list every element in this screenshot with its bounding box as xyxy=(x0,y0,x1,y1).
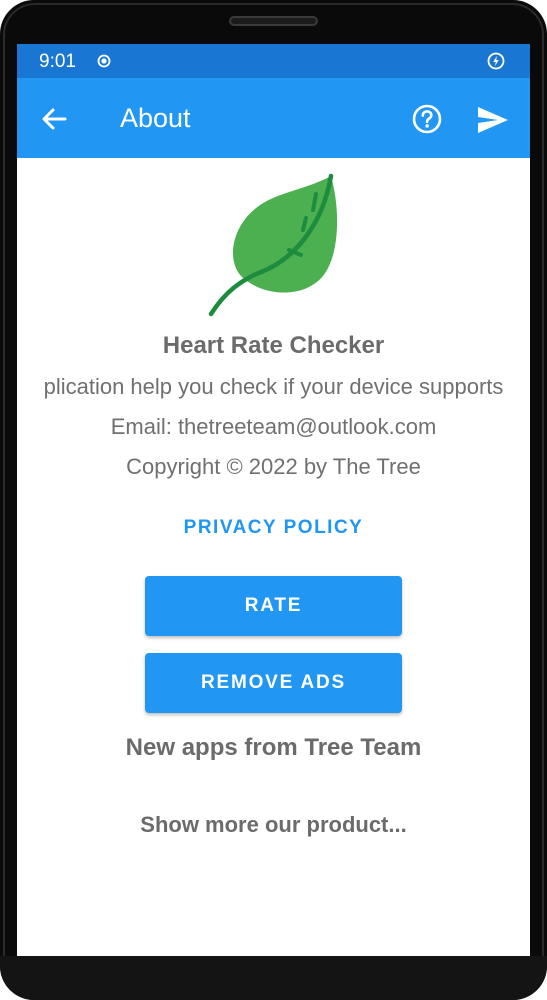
copyright-text: Copyright © 2022 by The Tree xyxy=(126,454,421,479)
app-screen: 9:01 About Heart Rate Checker plication … xyxy=(17,44,530,956)
phone-chin xyxy=(0,956,547,1000)
app-description-text: plication help you check if your device … xyxy=(43,374,504,399)
privacy-policy-link[interactable]: PRIVACY POLICY xyxy=(167,514,380,542)
rate-button[interactable]: RATE xyxy=(145,576,402,636)
new-apps-heading: New apps from Tree Team xyxy=(125,734,422,761)
speaker-grille xyxy=(229,16,318,26)
show-more-products-link[interactable]: Show more our product... xyxy=(17,811,530,839)
status-time: 9:01 xyxy=(39,51,76,72)
about-content: Heart Rate Checker plication help you ch… xyxy=(17,158,530,956)
page-title: About xyxy=(120,103,191,133)
app-name: Heart Rate Checker xyxy=(162,332,385,359)
phone-frame: 9:01 About Heart Rate Checker plication … xyxy=(0,0,547,1000)
help-circle-icon[interactable] xyxy=(411,103,443,135)
status-bar: 9:01 xyxy=(17,44,530,78)
app-description: plication help you check if your device … xyxy=(17,373,530,401)
leaf-icon xyxy=(208,173,338,317)
contact-email: Email: thetreeteam@outlook.com xyxy=(110,414,437,439)
app-bar: About xyxy=(17,78,530,158)
send-icon[interactable] xyxy=(476,105,510,135)
recording-dot-icon xyxy=(97,54,111,68)
battery-saver-icon xyxy=(487,52,505,70)
remove-ads-button[interactable]: REMOVE ADS xyxy=(145,653,402,713)
arrow-left-icon[interactable] xyxy=(39,104,69,134)
